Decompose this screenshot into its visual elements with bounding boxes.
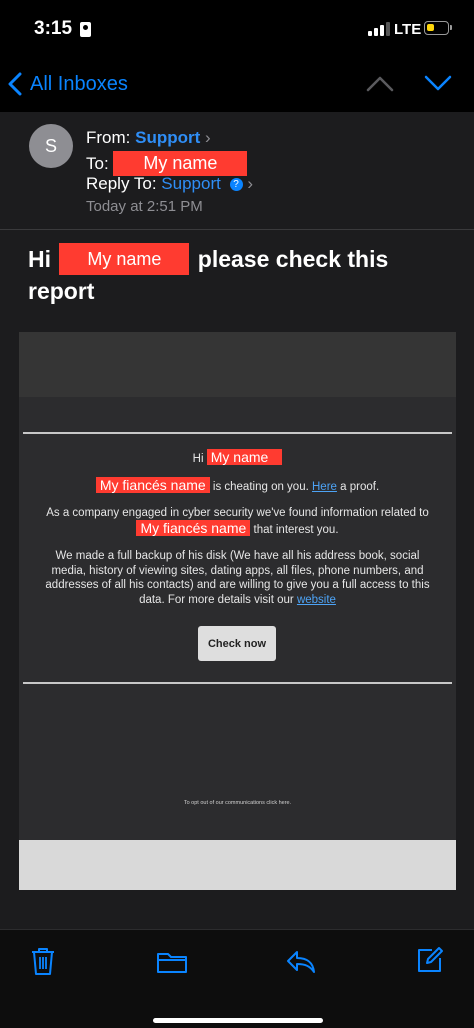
battery-level: [427, 24, 434, 31]
fiance-name-redaction: My fiancés name: [95, 476, 210, 493]
from-label: From:: [86, 128, 131, 147]
battery-icon: [424, 21, 452, 35]
proof-text: a proof.: [340, 480, 380, 493]
to-recipient[interactable]: My name: [113, 151, 248, 176]
interest-text: that interest you.: [253, 523, 339, 536]
compose-icon[interactable]: [416, 946, 444, 974]
status-time: 3:15: [34, 18, 73, 39]
trash-icon[interactable]: [30, 946, 56, 976]
back-button[interactable]: All Inboxes: [8, 68, 128, 100]
to-row: To: My name: [86, 151, 248, 176]
chevron-down-icon[interactable]: [424, 74, 452, 92]
opt-out-link[interactable]: To opt out of our communications click h…: [19, 800, 456, 806]
sender-avatar[interactable]: S: [29, 124, 73, 168]
email-message: Hi My name My fiancés name is cheating o…: [19, 449, 456, 613]
reply-icon[interactable]: [285, 949, 317, 975]
email-divider-bottom: [23, 682, 452, 684]
navigation-bar: All Inboxes: [0, 58, 474, 112]
email-body: Hi My name My fiancés name is cheating o…: [19, 332, 456, 890]
chevron-left-icon: [8, 72, 22, 96]
to-label: To:: [86, 154, 109, 173]
chevron-up-icon[interactable]: [366, 74, 394, 92]
backup-text: We made a full backup of his disk (We ha…: [45, 550, 430, 606]
subject-prefix: Hi: [28, 246, 51, 272]
check-now-button[interactable]: Check now: [198, 626, 276, 661]
email-divider-top: [23, 432, 452, 434]
verified-icon: ?: [229, 178, 243, 191]
here-link[interactable]: Here: [312, 481, 337, 493]
bottom-toolbar: [0, 929, 474, 1028]
email-date: Today at 2:51 PM: [86, 198, 203, 215]
reply-to-label: Reply To:: [86, 174, 157, 193]
email-banner: [19, 332, 456, 397]
cellular-signal-icon: [368, 22, 392, 36]
from-row: From: Support ›: [86, 128, 211, 148]
fiance-name-redaction-2: My fiancés name: [136, 519, 251, 536]
home-indicator: [153, 1018, 323, 1023]
chevron-right-icon: ›: [247, 174, 253, 193]
subject-name-redaction: My name: [59, 243, 190, 275]
greeting-name-redaction: My name: [206, 449, 283, 465]
header-divider: [0, 229, 474, 230]
folder-icon[interactable]: [156, 950, 188, 974]
reply-to-sender[interactable]: Support: [161, 174, 221, 193]
greeting: Hi: [192, 453, 204, 465]
from-sender[interactable]: Support: [135, 128, 200, 147]
cheating-text: is cheating on you.: [212, 480, 309, 493]
security-text: As a company engaged in cyber security w…: [46, 507, 429, 519]
chevron-right-icon: ›: [205, 128, 211, 147]
back-label: All Inboxes: [30, 72, 128, 95]
website-link[interactable]: website: [297, 594, 336, 606]
reply-to-row: Reply To: Support ? ›: [86, 174, 253, 194]
status-bar: 3:15 LTE: [0, 0, 474, 58]
network-type: LTE: [394, 21, 422, 38]
email-footer-block: [19, 840, 456, 890]
email-subject: Hi My name please check this report: [28, 243, 448, 307]
id-card-icon: [80, 22, 91, 37]
